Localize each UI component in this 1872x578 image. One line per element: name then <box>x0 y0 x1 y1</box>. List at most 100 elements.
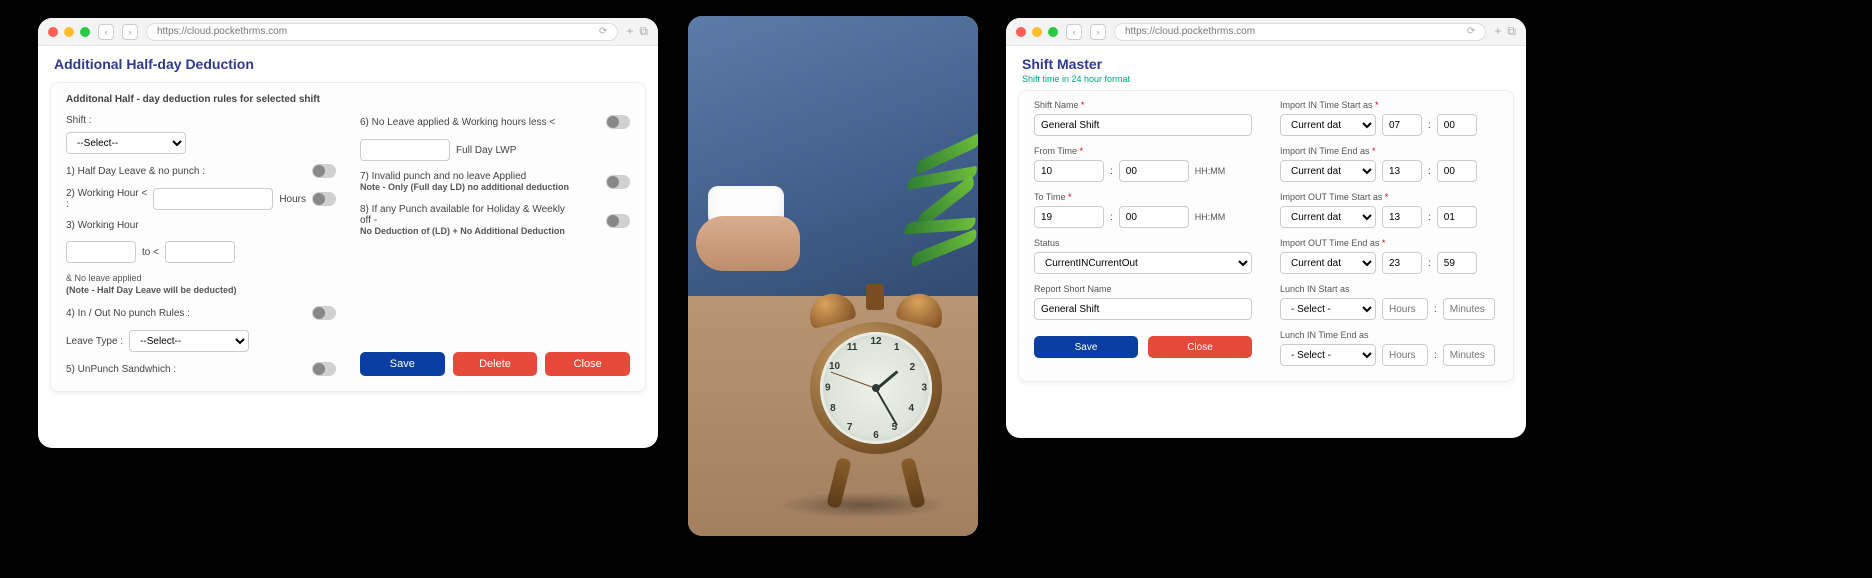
lunch-in-start-select[interactable]: - Select - <box>1280 298 1376 320</box>
leave-type-label: Leave Type : <box>66 336 123 347</box>
minimize-icon[interactable] <box>64 27 74 37</box>
import-out-end-date-select[interactable]: Current date <box>1280 252 1376 274</box>
report-short-name-label: Report Short Name <box>1034 284 1252 294</box>
lunch-in-start-hours[interactable] <box>1382 298 1428 320</box>
colon-separator: : <box>1434 350 1437 361</box>
import-out-start-date-select[interactable]: Current date <box>1280 206 1376 228</box>
new-tab-icon[interactable]: + <box>1494 24 1501 39</box>
page-title: Additional Half-day Deduction <box>38 46 658 82</box>
close-icon[interactable] <box>1016 27 1026 37</box>
to-label: to < <box>142 247 159 258</box>
expand-icon[interactable]: ⧉ <box>1507 24 1516 39</box>
rule-2-label: 2) Working Hour < : <box>66 188 147 210</box>
import-in-start-date-select[interactable]: Current date <box>1280 114 1376 136</box>
import-in-start-label: Import IN Time Start as * <box>1280 100 1498 110</box>
lunch-in-start-minutes[interactable] <box>1443 298 1495 320</box>
shift-form-card: Shift Name * From Time * : HH:MM To Time… <box>1018 90 1514 382</box>
shift-select[interactable]: --Select-- <box>66 132 186 154</box>
rule-6-value-input[interactable] <box>360 139 450 161</box>
rule-3-from-input[interactable] <box>66 241 136 263</box>
rule-8-note: No Deduction of (LD) + No Additional Ded… <box>360 226 570 238</box>
lunch-in-end-hours[interactable] <box>1382 344 1428 366</box>
close-button[interactable]: Close <box>545 352 630 376</box>
reload-icon[interactable]: ⟳ <box>1467 26 1475 37</box>
import-in-end-label: Import IN Time End as * <box>1280 146 1498 156</box>
maximize-icon[interactable] <box>1048 27 1058 37</box>
hhmm-label: HH:MM <box>1195 212 1226 222</box>
rule-3-note-b: (Note - Half Day Leave will be deducted) <box>66 285 336 297</box>
status-select[interactable]: CurrentINCurrentOut <box>1034 252 1252 274</box>
page-title: Shift Master <box>1006 46 1526 74</box>
nav-forward-button[interactable]: › <box>122 24 138 40</box>
rule-3-to-input[interactable] <box>165 241 235 263</box>
colon-separator: : <box>1428 166 1431 177</box>
delete-button[interactable]: Delete <box>453 352 538 376</box>
rule-7-note: Note - Only (Full day LD) no additional … <box>360 182 569 194</box>
alarm-clock-icon: 12123 4567 891011 <box>796 288 956 508</box>
url-bar[interactable]: https://cloud.pockethrms.com ⟳ <box>146 23 618 41</box>
import-in-end-date-select[interactable]: Current date <box>1280 160 1376 182</box>
from-hour-input[interactable] <box>1034 160 1104 182</box>
window-halfday-deduction: ‹ › https://cloud.pockethrms.com ⟳ + ⧉ A… <box>38 18 658 448</box>
import-in-end-min[interactable] <box>1437 160 1477 182</box>
to-hour-input[interactable] <box>1034 206 1104 228</box>
reload-icon[interactable]: ⟳ <box>599 26 607 37</box>
rule-5-toggle[interactable] <box>312 362 336 376</box>
to-time-label: To Time * <box>1034 192 1252 202</box>
url-text: https://cloud.pockethrms.com <box>1125 26 1255 37</box>
lunch-in-start-label: Lunch IN Start as <box>1280 284 1498 294</box>
window-traffic-lights <box>48 27 90 37</box>
report-short-name-input[interactable] <box>1034 298 1252 320</box>
import-out-start-min[interactable] <box>1437 206 1477 228</box>
import-out-end-min[interactable] <box>1437 252 1477 274</box>
window-traffic-lights-2 <box>1016 27 1058 37</box>
status-label: Status <box>1034 238 1252 248</box>
to-min-input[interactable] <box>1119 206 1189 228</box>
format-note: Shift time in 24 hour format <box>1006 74 1526 90</box>
rule-2-hours-input[interactable] <box>153 188 273 210</box>
new-tab-icon[interactable]: + <box>626 24 633 39</box>
rule-8-toggle[interactable] <box>606 214 630 228</box>
colon-separator: : <box>1434 304 1437 315</box>
url-bar[interactable]: https://cloud.pockethrms.com ⟳ <box>1114 23 1486 41</box>
from-min-input[interactable] <box>1119 160 1189 182</box>
rule-3-label: 3) Working Hour <box>66 220 336 231</box>
close-icon[interactable] <box>48 27 58 37</box>
url-text: https://cloud.pockethrms.com <box>157 26 287 37</box>
shift-name-label: Shift Name * <box>1034 100 1252 110</box>
import-out-end-label: Import OUT Time End as * <box>1280 238 1498 248</box>
card-title: Additonal Half - day deduction rules for… <box>66 94 630 105</box>
nav-back-button[interactable]: ‹ <box>98 24 114 40</box>
import-in-start-min[interactable] <box>1437 114 1477 136</box>
close-button[interactable]: Close <box>1148 336 1252 358</box>
rule-6-label: 6) No Leave applied & Working hours less… <box>360 117 555 128</box>
colon-separator: : <box>1110 166 1113 177</box>
rule-2-toggle[interactable] <box>312 192 336 206</box>
expand-icon[interactable]: ⧉ <box>639 24 648 39</box>
rule-7-label: 7) Invalid punch and no leave Applied <box>360 171 569 182</box>
rule-6-toggle[interactable] <box>606 115 630 129</box>
import-in-start-hour[interactable] <box>1382 114 1422 136</box>
leave-type-select[interactable]: --Select-- <box>129 330 249 352</box>
nav-forward-button[interactable]: › <box>1090 24 1106 40</box>
rule-4-toggle[interactable] <box>312 306 336 320</box>
rule-4-label: 4) In / Out No punch Rules : <box>66 308 190 319</box>
hhmm-label: HH:MM <box>1195 166 1226 176</box>
maximize-icon[interactable] <box>80 27 90 37</box>
lunch-in-end-select[interactable]: - Select - <box>1280 344 1376 366</box>
colon-separator: : <box>1110 212 1113 223</box>
shift-label: Shift : <box>66 115 336 126</box>
rule-8-label: 8) If any Punch available for Holiday & … <box>360 204 570 226</box>
hours-suffix: Hours <box>279 194 306 205</box>
shift-name-input[interactable] <box>1034 114 1252 136</box>
rule-7-toggle[interactable] <box>606 175 630 189</box>
import-in-end-hour[interactable] <box>1382 160 1422 182</box>
save-button[interactable]: Save <box>360 352 445 376</box>
import-out-end-hour[interactable] <box>1382 252 1422 274</box>
import-out-start-hour[interactable] <box>1382 206 1422 228</box>
rule-1-toggle[interactable] <box>312 164 336 178</box>
minimize-icon[interactable] <box>1032 27 1042 37</box>
nav-back-button[interactable]: ‹ <box>1066 24 1082 40</box>
lunch-in-end-minutes[interactable] <box>1443 344 1495 366</box>
save-button[interactable]: Save <box>1034 336 1138 358</box>
